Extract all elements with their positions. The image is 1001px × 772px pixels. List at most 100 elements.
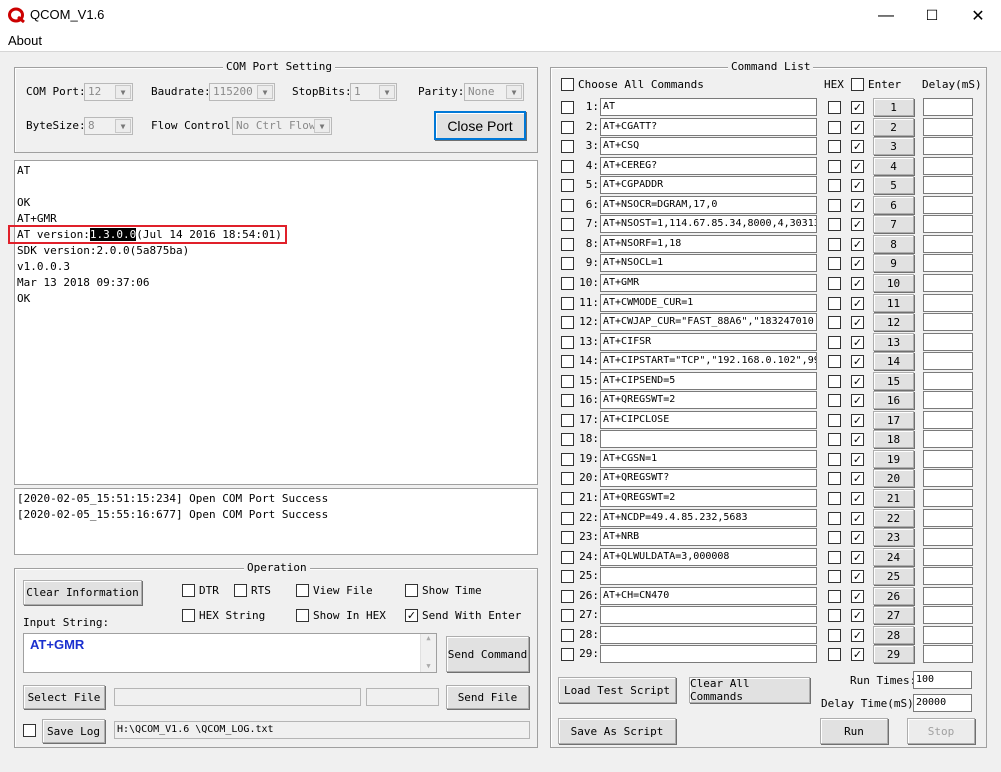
command-send-button[interactable]: 19 bbox=[873, 450, 914, 468]
hex-string-checkbox[interactable] bbox=[182, 609, 195, 622]
send-command-button[interactable]: Send Command bbox=[446, 636, 529, 672]
command-delay-input[interactable] bbox=[923, 645, 973, 663]
command-send-button[interactable]: 25 bbox=[873, 567, 914, 585]
command-enter-checkbox[interactable]: ✓ bbox=[851, 297, 864, 310]
command-enter-checkbox[interactable]: ✓ bbox=[851, 433, 864, 446]
command-select-checkbox[interactable] bbox=[561, 551, 574, 564]
command-hex-checkbox[interactable] bbox=[828, 531, 841, 544]
command-delay-input[interactable] bbox=[923, 567, 973, 585]
command-input[interactable] bbox=[600, 606, 817, 624]
show-time-checkbox[interactable] bbox=[405, 584, 418, 597]
flow-control-select[interactable]: No Ctrl Flow ▼ bbox=[232, 117, 332, 135]
command-delay-input[interactable] bbox=[923, 176, 973, 194]
command-enter-checkbox[interactable]: ✓ bbox=[851, 316, 864, 329]
command-delay-input[interactable] bbox=[923, 587, 973, 605]
save-log-checkbox[interactable] bbox=[23, 724, 36, 737]
command-select-checkbox[interactable] bbox=[561, 375, 574, 388]
command-enter-checkbox[interactable]: ✓ bbox=[851, 629, 864, 642]
stopbits-select[interactable]: 1 ▼ bbox=[350, 83, 397, 101]
command-delay-input[interactable] bbox=[923, 352, 973, 370]
send-file-button[interactable]: Send File bbox=[446, 685, 529, 709]
command-enter-checkbox[interactable]: ✓ bbox=[851, 238, 864, 251]
command-select-checkbox[interactable] bbox=[561, 433, 574, 446]
command-delay-input[interactable] bbox=[923, 489, 973, 507]
rts-checkbox[interactable] bbox=[234, 584, 247, 597]
command-enter-checkbox[interactable]: ✓ bbox=[851, 394, 864, 407]
view-file-checkbox[interactable] bbox=[296, 584, 309, 597]
command-input[interactable] bbox=[600, 626, 817, 644]
select-file-button[interactable]: Select File bbox=[23, 685, 105, 709]
command-enter-checkbox[interactable]: ✓ bbox=[851, 277, 864, 290]
command-enter-checkbox[interactable]: ✓ bbox=[851, 512, 864, 525]
command-input[interactable]: AT+QREGSWT=2 bbox=[600, 391, 817, 409]
command-delay-input[interactable] bbox=[923, 196, 973, 214]
command-select-checkbox[interactable] bbox=[561, 257, 574, 270]
menu-about[interactable]: About bbox=[8, 33, 42, 48]
enter-all-checkbox[interactable] bbox=[851, 78, 864, 91]
command-input[interactable]: AT+CGPADDR bbox=[600, 176, 817, 194]
command-input[interactable]: AT+CH=CN470 bbox=[600, 587, 817, 605]
command-enter-checkbox[interactable]: ✓ bbox=[851, 472, 864, 485]
command-send-button[interactable]: 8 bbox=[873, 235, 914, 253]
command-select-checkbox[interactable] bbox=[561, 199, 574, 212]
command-send-button[interactable]: 28 bbox=[873, 626, 914, 644]
command-enter-checkbox[interactable]: ✓ bbox=[851, 336, 864, 349]
command-input[interactable]: AT+CIPSTART="TCP","192.168.0.102",99 bbox=[600, 352, 817, 370]
command-input[interactable]: AT+NSOST=1,114.67.85.34,8000,4,30313 bbox=[600, 215, 817, 233]
command-hex-checkbox[interactable] bbox=[828, 199, 841, 212]
command-select-checkbox[interactable] bbox=[561, 238, 574, 251]
command-send-button[interactable]: 29 bbox=[873, 645, 914, 663]
command-input[interactable]: AT+NSORF=1,18 bbox=[600, 235, 817, 253]
command-send-button[interactable]: 17 bbox=[873, 411, 914, 429]
command-send-button[interactable]: 1 bbox=[873, 98, 914, 116]
maximize-button[interactable]: ☐ bbox=[909, 0, 955, 31]
command-enter-checkbox[interactable]: ✓ bbox=[851, 453, 864, 466]
command-delay-input[interactable] bbox=[923, 626, 973, 644]
command-input[interactable]: AT+CGSN=1 bbox=[600, 450, 817, 468]
command-enter-checkbox[interactable]: ✓ bbox=[851, 414, 864, 427]
command-hex-checkbox[interactable] bbox=[828, 375, 841, 388]
command-hex-checkbox[interactable] bbox=[828, 140, 841, 153]
command-select-checkbox[interactable] bbox=[561, 512, 574, 525]
command-send-button[interactable]: 11 bbox=[873, 294, 914, 312]
command-send-button[interactable]: 5 bbox=[873, 176, 914, 194]
command-select-checkbox[interactable] bbox=[561, 316, 574, 329]
command-select-checkbox[interactable] bbox=[561, 121, 574, 134]
command-delay-input[interactable] bbox=[923, 411, 973, 429]
command-select-checkbox[interactable] bbox=[561, 336, 574, 349]
command-hex-checkbox[interactable] bbox=[828, 160, 841, 173]
command-input[interactable]: AT+CIFSR bbox=[600, 333, 817, 351]
command-enter-checkbox[interactable]: ✓ bbox=[851, 590, 864, 603]
command-input[interactable] bbox=[600, 567, 817, 585]
run-times-input[interactable]: 100 bbox=[913, 671, 972, 689]
command-send-button[interactable]: 20 bbox=[873, 469, 914, 487]
command-input[interactable]: AT+CGATT? bbox=[600, 118, 817, 136]
command-enter-checkbox[interactable]: ✓ bbox=[851, 531, 864, 544]
command-delay-input[interactable] bbox=[923, 606, 973, 624]
command-select-checkbox[interactable] bbox=[561, 394, 574, 407]
command-enter-checkbox[interactable]: ✓ bbox=[851, 121, 864, 134]
command-send-button[interactable]: 26 bbox=[873, 587, 914, 605]
command-select-checkbox[interactable] bbox=[561, 101, 574, 114]
command-hex-checkbox[interactable] bbox=[828, 570, 841, 583]
command-input[interactable] bbox=[600, 645, 817, 663]
command-enter-checkbox[interactable]: ✓ bbox=[851, 101, 864, 114]
command-send-button[interactable]: 4 bbox=[873, 157, 914, 175]
close-window-button[interactable]: ✕ bbox=[955, 0, 1001, 31]
command-input[interactable]: AT+CSQ bbox=[600, 137, 817, 155]
command-select-checkbox[interactable] bbox=[561, 355, 574, 368]
delay-time-input[interactable]: 20000 bbox=[913, 694, 972, 712]
command-select-checkbox[interactable] bbox=[561, 531, 574, 544]
command-hex-checkbox[interactable] bbox=[828, 414, 841, 427]
command-send-button[interactable]: 22 bbox=[873, 509, 914, 527]
bytesize-select[interactable]: 8 ▼ bbox=[84, 117, 133, 135]
command-select-checkbox[interactable] bbox=[561, 492, 574, 505]
command-input[interactable]: AT+CEREG? bbox=[600, 157, 817, 175]
command-input[interactable]: AT+NRB bbox=[600, 528, 817, 546]
command-input[interactable]: AT+QLWULDATA=3,000008 bbox=[600, 548, 817, 566]
command-delay-input[interactable] bbox=[923, 254, 973, 272]
command-select-checkbox[interactable] bbox=[561, 297, 574, 310]
command-delay-input[interactable] bbox=[923, 450, 973, 468]
show-in-hex-checkbox[interactable] bbox=[296, 609, 309, 622]
command-hex-checkbox[interactable] bbox=[828, 355, 841, 368]
